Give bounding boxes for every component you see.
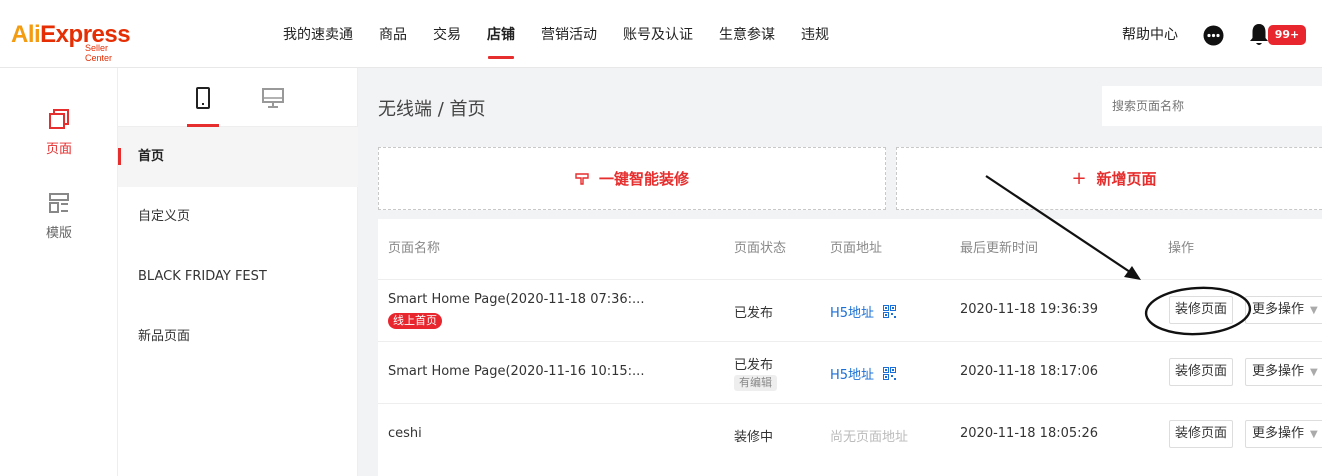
- template-icon: [49, 193, 69, 213]
- rail-templates-label: 模版: [45, 226, 72, 241]
- more-actions-label: 更多操作: [1252, 426, 1305, 441]
- page-list-panel: 首页 自定义页 BLACK FRIDAY FEST 新品页面: [118, 68, 358, 476]
- table-row: Smart Home Page(2020-11-16 10:15:... 已发布…: [378, 341, 1322, 403]
- decorate-page-button[interactable]: 装修页面: [1169, 420, 1234, 448]
- device-tabs: [118, 68, 358, 127]
- logo-text-ali: Ali: [11, 21, 41, 48]
- nav-account[interactable]: 账号及认证: [610, 0, 706, 68]
- h5-link[interactable]: H5地址: [830, 302, 874, 321]
- decorate-page-button[interactable]: 装修页面: [1169, 296, 1234, 324]
- logo-subtitle: Seller Center: [85, 43, 113, 63]
- live-home-tag: 线上首页: [388, 313, 442, 329]
- page-item-new-products[interactable]: 新品页面: [118, 307, 358, 367]
- tab-desktop[interactable]: [257, 85, 289, 127]
- more-actions-label: 更多操作: [1252, 364, 1305, 379]
- more-actions-label: 更多操作: [1252, 302, 1305, 317]
- chevron-down-icon: ▼: [1310, 367, 1318, 378]
- pages-table: 页面名称 页面状态 页面地址 最后更新时间 操作 Smart Home Page…: [378, 219, 1322, 476]
- chevron-down-icon: ▼: [1310, 305, 1318, 316]
- row-page-name: Smart Home Page(2020-11-18 07:36:...: [388, 292, 645, 307]
- no-url-text: 尚无页面地址: [830, 430, 909, 445]
- nav-marketing[interactable]: 营销活动: [528, 0, 610, 68]
- decorate-page-button[interactable]: 装修页面: [1169, 358, 1234, 386]
- row-page-name: Smart Home Page(2020-11-16 10:15:...: [388, 364, 645, 379]
- nav-violations[interactable]: 违规: [788, 0, 842, 68]
- add-page-button[interactable]: + 新增页面: [896, 147, 1322, 210]
- page-item-black-friday[interactable]: BLACK FRIDAY FEST: [118, 247, 358, 307]
- nav-products[interactable]: 商品: [366, 0, 420, 68]
- tab-mobile[interactable]: [187, 85, 219, 127]
- row-updated: 2020-11-18 19:36:39: [960, 302, 1099, 317]
- nav-my-aliexpress[interactable]: 我的速卖通: [270, 0, 366, 68]
- desktop-icon: [262, 88, 284, 108]
- row-updated: 2020-11-18 18:17:06: [960, 364, 1099, 379]
- edited-tag: 有编辑: [734, 375, 777, 391]
- search-input[interactable]: [1102, 86, 1322, 126]
- nav-business-advisor[interactable]: 生意参谋: [706, 0, 788, 68]
- row-page-name: ceshi: [388, 426, 422, 441]
- row-status: 装修中: [734, 430, 774, 445]
- page-title: 无线端 / 首页: [378, 99, 486, 120]
- nav-store[interactable]: 店铺: [474, 0, 528, 68]
- row-updated: 2020-11-18 18:05:26: [960, 426, 1099, 441]
- top-header: AliExpress Seller Center 我的速卖通 商品 交易 店铺 …: [0, 0, 1322, 68]
- page-item-custom[interactable]: 自定义页: [118, 187, 358, 247]
- more-actions-dropdown[interactable]: 更多操作 ▼: [1245, 296, 1322, 324]
- smart-decorate-button[interactable]: 一键智能装修: [378, 147, 886, 210]
- row-status: 已发布: [734, 306, 774, 321]
- add-page-label: 新增页面: [1096, 170, 1157, 188]
- header-name: 页面名称: [388, 241, 441, 256]
- nav-orders[interactable]: 交易: [420, 0, 474, 68]
- magic-icon: [575, 172, 589, 185]
- chevron-down-icon: ▼: [1310, 429, 1318, 440]
- qr-code-icon[interactable]: [883, 305, 896, 318]
- table-row: Smart Home Page(2020-11-18 07:36:... 线上首…: [378, 279, 1322, 341]
- pages-icon: [49, 109, 69, 129]
- header-updated: 最后更新时间: [960, 241, 1039, 256]
- qr-code-icon[interactable]: [883, 367, 896, 380]
- more-actions-dropdown[interactable]: 更多操作 ▼: [1245, 358, 1322, 386]
- chat-icon[interactable]: [1203, 25, 1224, 46]
- notification-badge: 99+: [1268, 25, 1306, 45]
- bell-icon[interactable]: [1249, 23, 1269, 47]
- plus-icon: +: [1071, 168, 1087, 189]
- header-actions: 操作: [1168, 241, 1195, 256]
- smart-decorate-label: 一键智能装修: [598, 170, 689, 188]
- left-rail: 页面 模版: [0, 68, 118, 476]
- table-row: ceshi 装修中 尚无页面地址 2020-11-18 18:05:26 装修页…: [378, 403, 1322, 465]
- page-item-home[interactable]: 首页: [118, 127, 358, 187]
- rail-item-pages[interactable]: 页面: [0, 108, 118, 157]
- row-status: 已发布: [734, 358, 774, 373]
- h5-link[interactable]: H5地址: [830, 364, 874, 383]
- main-nav: 我的速卖通 商品 交易 店铺 营销活动 账号及认证 生意参谋 违规: [270, 0, 842, 68]
- header-url: 页面地址: [830, 241, 883, 256]
- main-content: 无线端 / 首页 一键智能装修 + 新增页面 页面名称 页面状态 页面地址 最后…: [358, 68, 1322, 476]
- help-center-link[interactable]: 帮助中心: [1122, 0, 1178, 68]
- more-actions-dropdown[interactable]: 更多操作 ▼: [1245, 420, 1322, 448]
- rail-pages-label: 页面: [45, 142, 72, 157]
- mobile-icon: [196, 87, 210, 109]
- header-status: 页面状态: [734, 241, 787, 256]
- aliexpress-logo[interactable]: AliExpress Seller Center: [11, 21, 136, 63]
- rail-item-templates[interactable]: 模版: [0, 192, 118, 241]
